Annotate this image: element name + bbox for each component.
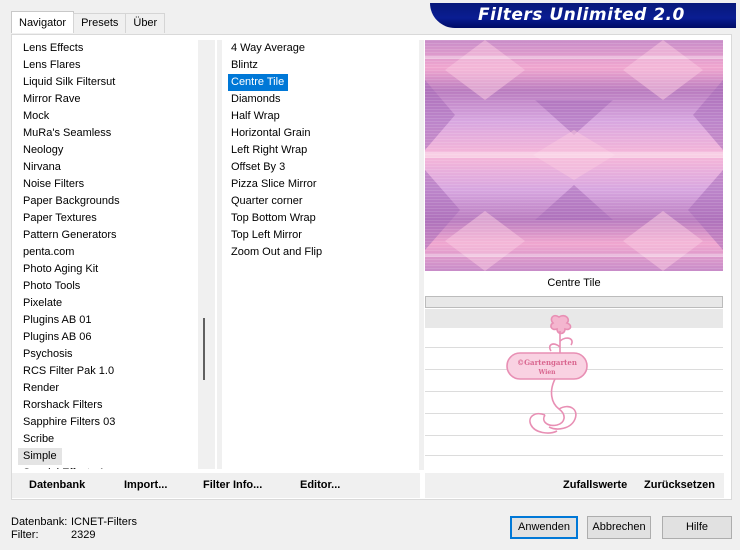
column-divider bbox=[217, 40, 222, 469]
category-item[interactable]: Photo Aging Kit bbox=[18, 261, 196, 278]
tab-bar: Navigator Presets Über bbox=[11, 11, 166, 33]
filter-item[interactable]: Left Right Wrap bbox=[223, 142, 418, 159]
filter-preview-image bbox=[425, 40, 723, 271]
category-item[interactable]: Noise Filters bbox=[18, 176, 196, 193]
category-item[interactable]: Rorshack Filters bbox=[18, 397, 196, 414]
category-item[interactable]: Neology bbox=[18, 142, 196, 159]
category-item[interactable]: Special Effects 1 bbox=[18, 465, 196, 469]
filter-item[interactable]: Blintz bbox=[223, 57, 418, 74]
help-button[interactable]: Hilfe bbox=[662, 516, 732, 539]
filter-item[interactable]: Offset By 3 bbox=[223, 159, 418, 176]
category-item[interactable]: Photo Tools bbox=[18, 278, 196, 295]
reset-button[interactable]: Zurücksetzen bbox=[644, 479, 715, 491]
database-label: Datenbank: bbox=[11, 516, 68, 528]
category-item[interactable]: Psychosis bbox=[18, 346, 196, 363]
category-item[interactable]: Scribe bbox=[18, 431, 196, 448]
category-item[interactable]: Lens Effects bbox=[18, 40, 196, 57]
watermark-line1: ©Gartengarten bbox=[517, 358, 577, 367]
preview-filter-name: Centre Tile bbox=[547, 277, 601, 289]
category-item[interactable]: Plugins AB 06 bbox=[18, 329, 196, 346]
cancel-button[interactable]: Abbrechen bbox=[587, 516, 651, 539]
filter-count-label: Filter: bbox=[11, 529, 39, 541]
category-item[interactable]: MuRa's Seamless bbox=[18, 125, 196, 142]
filter-item[interactable]: Horizontal Grain bbox=[223, 125, 418, 142]
title-banner: Filters Unlimited 2.0 bbox=[430, 3, 736, 28]
category-item[interactable]: penta.com bbox=[18, 244, 196, 261]
filter-list[interactable]: 4 Way Average Blintz Centre Tile Diamonds Ha… bbox=[223, 40, 418, 469]
filter-count-value: 2329 bbox=[71, 529, 96, 541]
category-item[interactable]: RCS Filter Pak 1.0 bbox=[18, 363, 196, 380]
column-divider bbox=[419, 40, 424, 470]
import-button[interactable]: Import... bbox=[124, 479, 167, 491]
category-item[interactable]: Nirvana bbox=[18, 159, 196, 176]
category-scrollbar[interactable] bbox=[198, 40, 215, 469]
filter-item[interactable]: Half Wrap bbox=[223, 108, 418, 125]
category-item[interactable]: Mock bbox=[18, 108, 196, 125]
tab-navigator[interactable]: Navigator bbox=[11, 11, 75, 33]
window-title: Filters Unlimited 2.0 bbox=[478, 5, 685, 25]
database-value: ICNET-Filters bbox=[71, 516, 137, 528]
filter-item[interactable]: Quarter corner bbox=[223, 193, 418, 210]
filter-item[interactable]: 4 Way Average bbox=[223, 40, 418, 57]
category-item[interactable]: Pattern Generators bbox=[18, 227, 196, 244]
category-item[interactable]: Lens Flares bbox=[18, 57, 196, 74]
database-button[interactable]: Datenbank bbox=[29, 479, 85, 491]
filter-item[interactable]: Centre Tile bbox=[228, 74, 289, 91]
filter-item[interactable]: Zoom Out and Flip bbox=[223, 244, 418, 261]
category-item[interactable]: Mirror Rave bbox=[18, 91, 196, 108]
tab-presets[interactable]: Presets bbox=[73, 13, 127, 33]
watermark-logo: ©Gartengarten Wien bbox=[506, 314, 588, 434]
parameter-separator bbox=[425, 455, 723, 456]
filter-info-button[interactable]: Filter Info... bbox=[203, 479, 262, 491]
category-item[interactable]: Sapphire Filters 03 bbox=[18, 414, 196, 431]
category-item[interactable]: Paper Backgrounds bbox=[18, 193, 196, 210]
category-item[interactable]: Liquid Silk Filtersut bbox=[18, 74, 196, 91]
category-item[interactable]: Render bbox=[18, 380, 196, 397]
filter-item[interactable]: Pizza Slice Mirror bbox=[223, 176, 418, 193]
filter-item[interactable]: Top Left Mirror bbox=[223, 227, 418, 244]
tab-about[interactable]: Über bbox=[125, 13, 166, 33]
preview-progress-bar bbox=[425, 296, 723, 308]
watermark-line2: Wien bbox=[537, 369, 556, 376]
filter-parameters-area: ©Gartengarten Wien bbox=[425, 309, 723, 469]
randomize-button[interactable]: Zufallswerte bbox=[563, 479, 627, 491]
category-item[interactable]: Plugins AB 01 bbox=[18, 312, 196, 329]
filter-item[interactable]: Top Bottom Wrap bbox=[223, 210, 418, 227]
category-list[interactable]: Lens Effects Lens Flares Liquid Silk Filte… bbox=[18, 40, 196, 469]
category-item[interactable]: Paper Textures bbox=[18, 210, 196, 227]
filter-item[interactable]: Diamonds bbox=[223, 91, 418, 108]
category-item[interactable]: Pixelate bbox=[18, 295, 196, 312]
editor-button[interactable]: Editor... bbox=[300, 479, 340, 491]
apply-button[interactable]: Anwenden bbox=[510, 516, 578, 539]
category-item[interactable]: Simple bbox=[18, 448, 62, 465]
scrollbar-thumb[interactable] bbox=[203, 318, 205, 380]
